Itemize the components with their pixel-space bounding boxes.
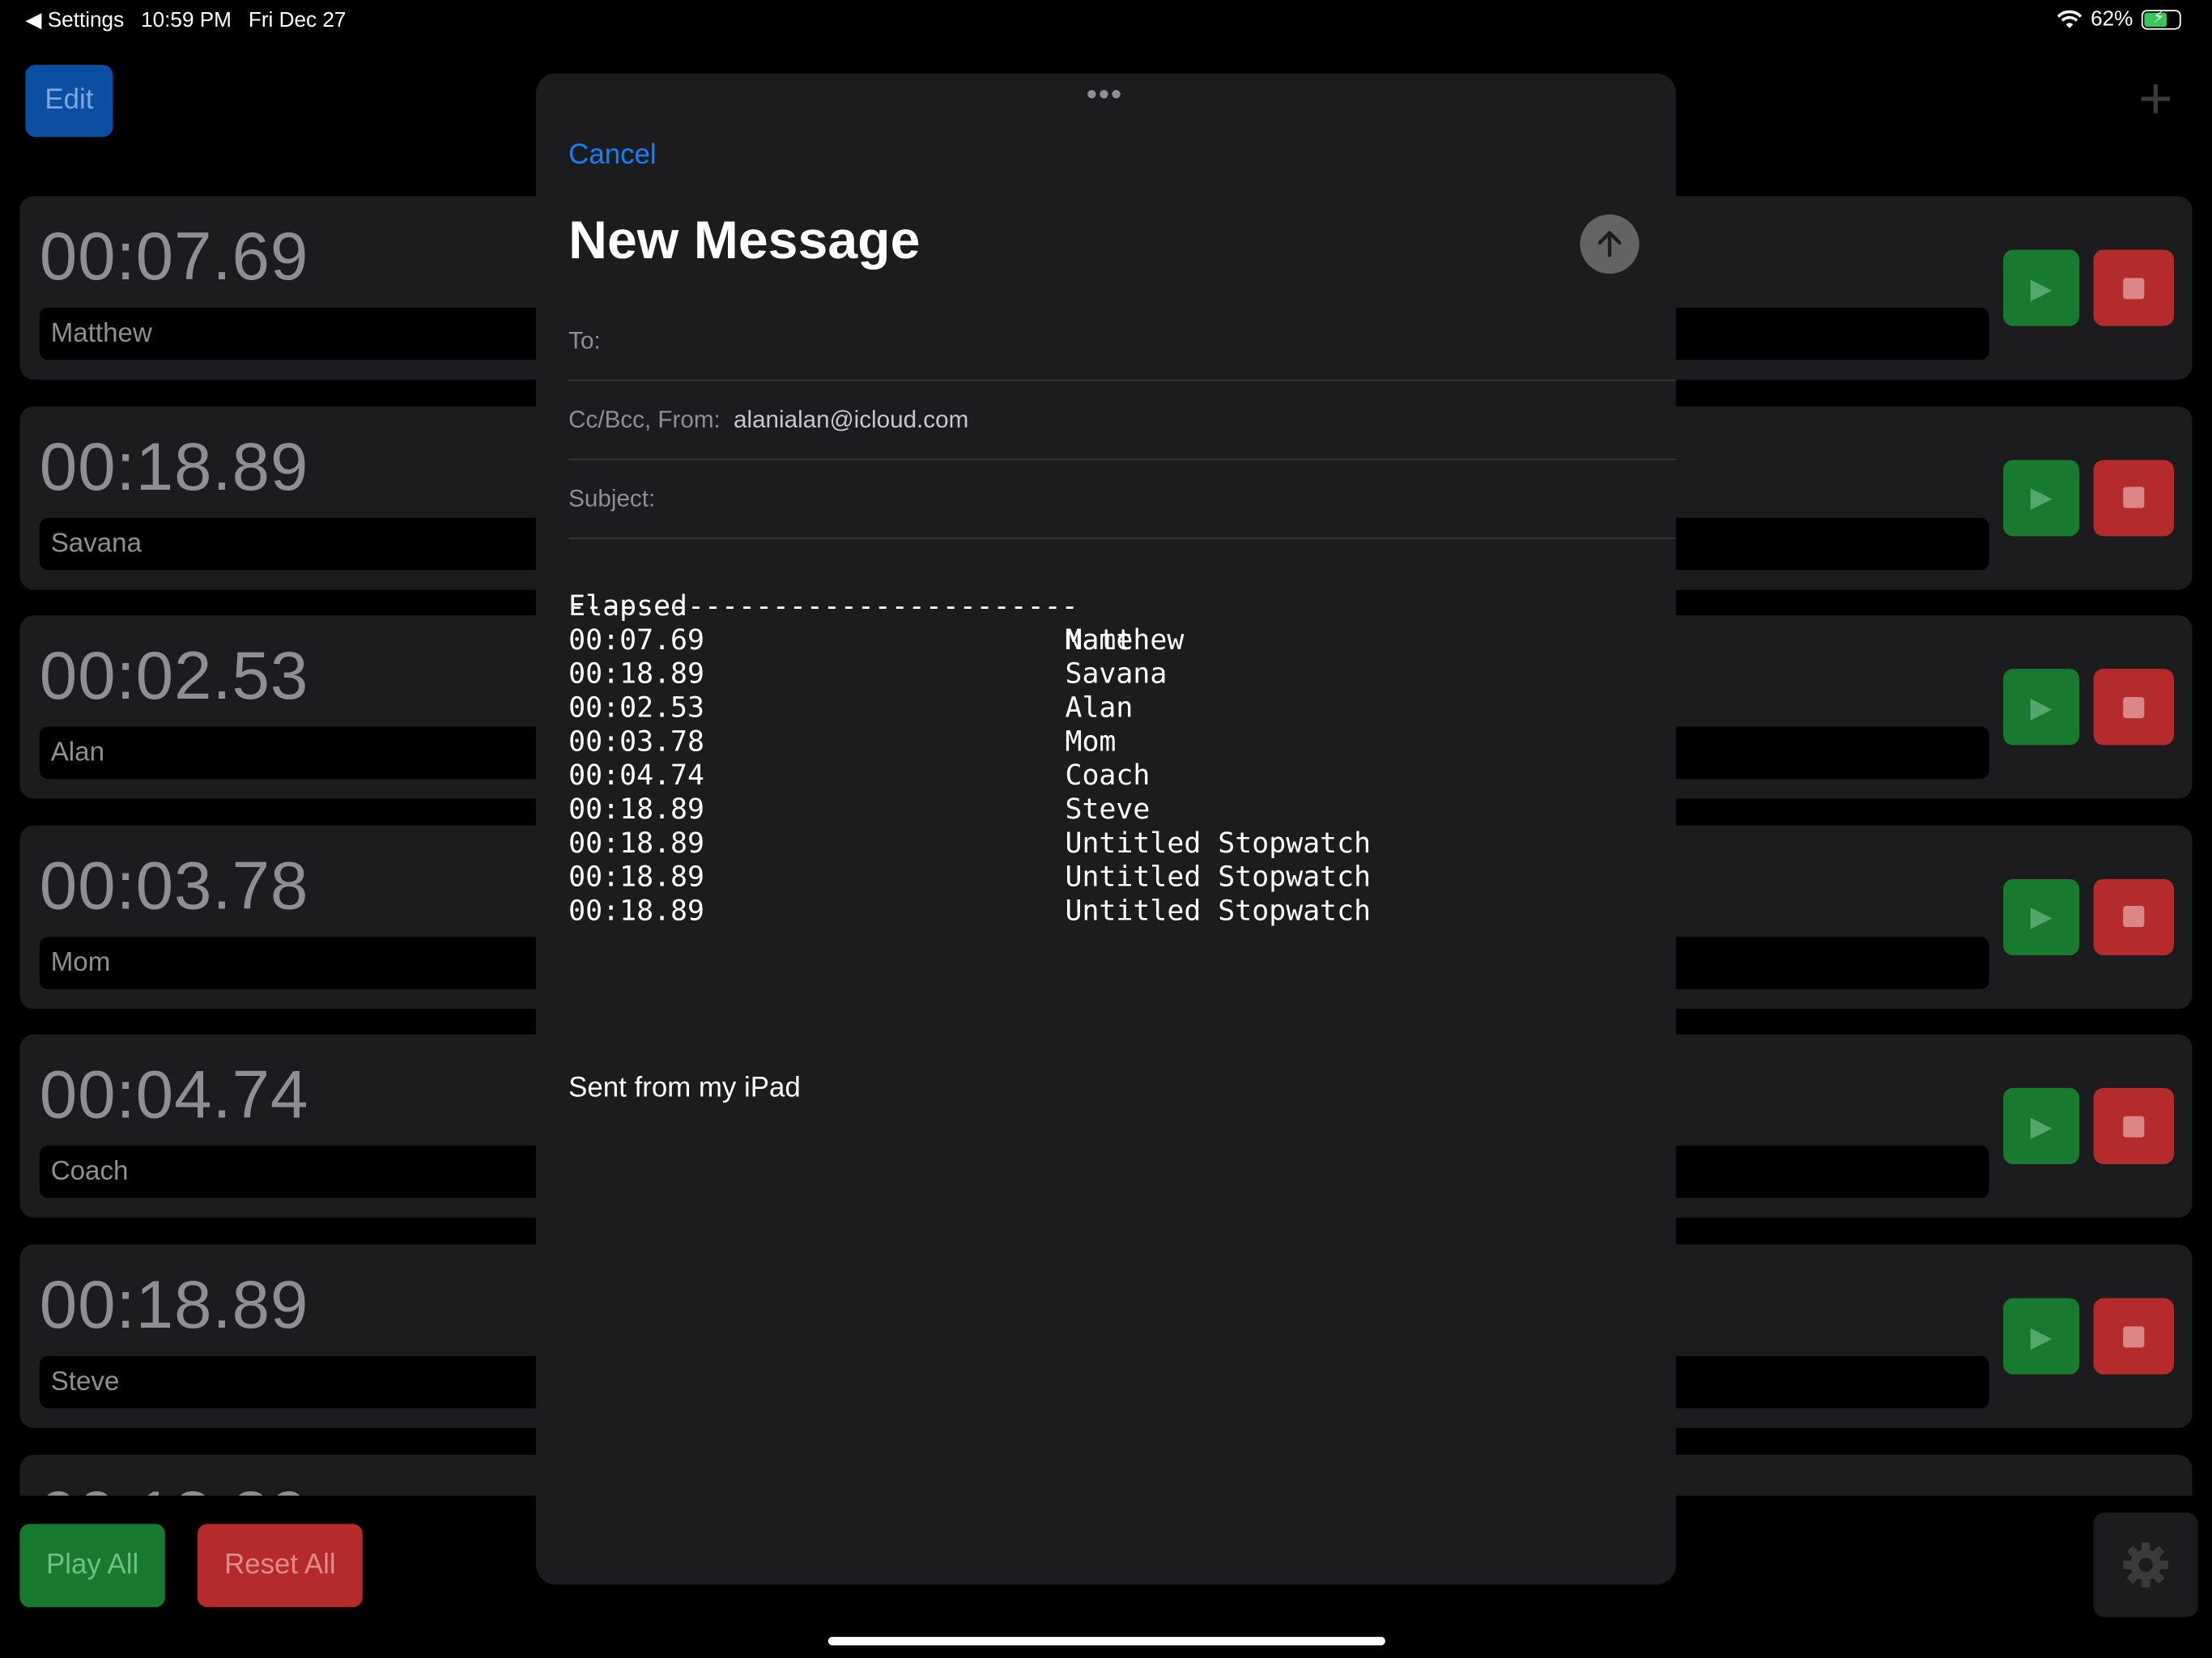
play-icon: ▶ (2030, 1321, 2052, 1353)
body-elapsed: 00:07.69 (568, 622, 705, 657)
reset-all-button[interactable]: Reset All (197, 1524, 363, 1608)
subject-field[interactable]: Subject: (568, 460, 1676, 539)
edit-button[interactable]: Edit (25, 65, 113, 138)
play-icon: ▶ (2030, 483, 2052, 514)
body-row: 00:04.74 Coach (568, 757, 1150, 792)
wifi-icon (2057, 10, 2082, 28)
stop-icon (2123, 277, 2145, 299)
stopwatch-time: 00:18.89 (39, 429, 309, 505)
body-row: 00:03.78 Mom (568, 724, 1116, 758)
body-name: Mom (1065, 724, 1117, 758)
home-indicator[interactable] (827, 1636, 1385, 1646)
to-field[interactable]: To: (568, 302, 1676, 381)
body-elapsed: 00:03.78 (568, 724, 705, 758)
body-name: Untitled Stopwatch (1065, 825, 1372, 860)
battery-icon: ⚡ (2141, 6, 2181, 29)
ccbcc-from-field[interactable]: Cc/Bcc, From: alanialan@icloud.com (568, 381, 1676, 461)
message-body[interactable]: Elapsed Name ---------------------------… (568, 555, 1371, 928)
stopwatch-name: Coach (50, 1157, 129, 1188)
from-address: alanialan@icloud.com (734, 406, 969, 434)
body-name: Alan (1065, 690, 1134, 725)
play-button[interactable]: ▶ (2003, 878, 2080, 955)
stopwatch-name: Steve (50, 1367, 120, 1397)
play-all-button[interactable]: Play All (19, 1524, 165, 1608)
body-row: 00:02.53 Alan (568, 690, 1133, 725)
body-row: 00:18.89 Untitled Stopwatch (568, 825, 1371, 860)
play-icon: ▶ (2030, 1112, 2052, 1143)
body-row: 00:18.89 Savana (568, 656, 1167, 691)
stop-button[interactable] (2093, 878, 2174, 955)
stopwatch-name: Savana (50, 528, 143, 559)
body-elapsed: 00:18.89 (568, 791, 705, 826)
stopwatch-name: Matthew (50, 318, 152, 349)
battery-percent: 62% (2091, 6, 2133, 32)
stop-button[interactable] (2093, 1088, 2174, 1165)
stopwatch-time: 00:03.78 (39, 848, 309, 925)
body-name: Untitled Stopwatch (1065, 859, 1372, 894)
stopwatch-name: Mom (50, 947, 111, 978)
body-elapsed: 00:18.89 (568, 825, 705, 860)
stopwatch-time: 00:04.74 (39, 1058, 309, 1134)
body-row: 00:18.89 Untitled Stopwatch (568, 859, 1371, 894)
stopwatch-time: 00:07.69 (39, 219, 309, 295)
play-icon: ▶ (2030, 902, 2052, 933)
status-bar: ◀ Settings 10:59 PM Fri Dec 27 62% ⚡ (0, 0, 2212, 40)
body-elapsed: 00:04.74 (568, 757, 705, 792)
plus-icon[interactable]: + (2127, 69, 2184, 128)
status-time: 10:59 PM (141, 7, 232, 32)
back-app-label: Settings (47, 8, 125, 33)
stop-icon (2123, 696, 2145, 718)
stop-button[interactable] (2093, 249, 2174, 326)
cancel-button[interactable]: Cancel (568, 140, 656, 172)
status-date: Fri Dec 27 (248, 7, 347, 32)
play-button[interactable]: ▶ (2003, 1088, 2080, 1165)
body-elapsed: 00:02.53 (568, 690, 705, 725)
send-button[interactable] (1580, 214, 1640, 274)
subject-label: Subject: (568, 485, 656, 512)
stopwatch-time: 00:18.89 (39, 1268, 309, 1344)
ccbcc-label: Cc/Bcc, From: (568, 406, 721, 434)
body-elapsed: 00:18.89 (568, 656, 705, 691)
stop-button[interactable] (2093, 1298, 2174, 1375)
body-row: 00:18.89 Untitled Stopwatch (568, 893, 1371, 928)
stopwatch-name: Alan (50, 738, 104, 768)
body-row: 00:07.69 Matthew (568, 622, 1184, 657)
stopwatch-time: 00:18.89 (40, 1477, 309, 1496)
body-name: Untitled Stopwatch (1065, 893, 1372, 928)
play-button[interactable]: ▶ (2003, 669, 2080, 746)
settings-button[interactable] (2093, 1512, 2198, 1618)
play-icon: ▶ (2030, 273, 2052, 304)
body-name: Savana (1065, 656, 1168, 691)
body-name: Coach (1065, 757, 1151, 792)
to-label: To: (568, 327, 601, 355)
stop-button[interactable] (2093, 669, 2174, 746)
stop-icon (2123, 1116, 2145, 1137)
stopwatch-time: 00:02.53 (39, 639, 309, 715)
gear-icon (2123, 1542, 2168, 1588)
arrow-up-icon (1597, 231, 1622, 257)
back-to-app-link[interactable]: ◀ Settings (25, 7, 124, 32)
play-button[interactable]: ▶ (2003, 249, 2080, 326)
body-header-row: Elapsed Name (568, 555, 1133, 657)
body-elapsed: 00:18.89 (568, 893, 705, 928)
play-button[interactable]: ▶ (2003, 459, 2080, 536)
mail-compose-sheet: ••• Cancel New Message To: Cc/Bcc, From:… (536, 73, 1676, 1585)
stop-button[interactable] (2093, 459, 2174, 536)
signature: Sent from my iPad (568, 1072, 801, 1104)
stop-icon (2123, 487, 2145, 508)
ipad-screen: ◀ Settings 10:59 PM Fri Dec 27 62% ⚡ Edi… (0, 0, 2212, 1658)
play-button[interactable]: ▶ (2003, 1298, 2080, 1375)
body-divider: ------------------------------ (568, 588, 1078, 623)
more-options-icon[interactable]: ••• (1087, 79, 1123, 109)
body-name: Matthew (1065, 622, 1185, 657)
stop-icon (2123, 1325, 2145, 1347)
play-icon: ▶ (2030, 692, 2052, 724)
body-elapsed: 00:18.89 (568, 859, 705, 894)
stop-icon (2123, 906, 2145, 928)
compose-title: New Message (568, 211, 921, 271)
body-name: Steve (1065, 791, 1151, 826)
body-row: 00:18.89 Steve (568, 791, 1150, 826)
